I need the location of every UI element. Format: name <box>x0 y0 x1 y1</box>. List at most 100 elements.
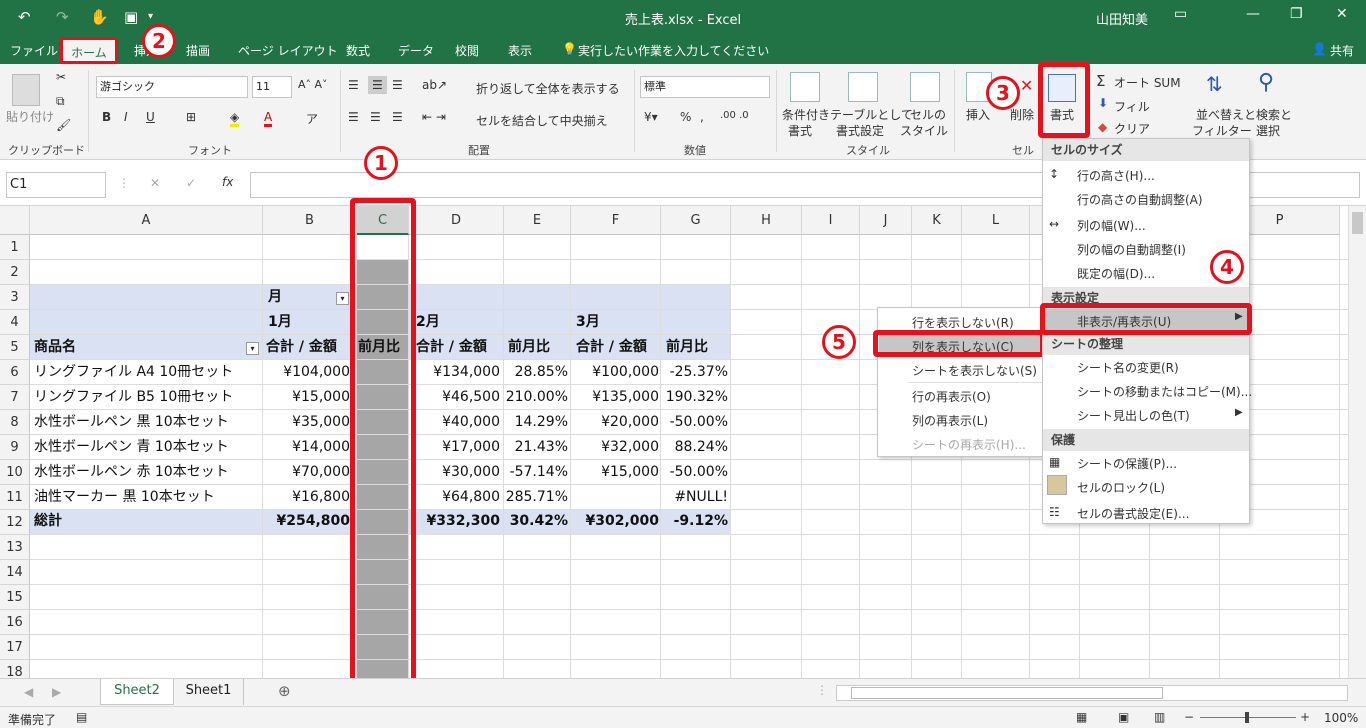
row-header[interactable]: 9 <box>0 435 30 460</box>
hide-rows-item[interactable]: 行を表示しない(R) <box>912 314 1014 331</box>
row-header[interactable]: 1 <box>0 235 30 260</box>
next-sheet-icon[interactable]: ▶ <box>52 685 61 699</box>
font-color-icon[interactable]: A <box>264 110 273 127</box>
unhide-sheet-item[interactable]: シートの再表示(H)... <box>912 436 1026 453</box>
autosum-button[interactable]: オート SUM <box>1114 74 1181 91</box>
select-all-corner[interactable] <box>0 206 30 235</box>
hscroll-thumb[interactable] <box>851 687 1163 699</box>
column-header[interactable]: F <box>571 206 661 235</box>
row-header[interactable]: 7 <box>0 385 30 410</box>
row-header[interactable]: 14 <box>0 560 30 585</box>
clear-icon[interactable]: ◆ <box>1098 120 1107 134</box>
cell-styles-icon[interactable] <box>910 72 940 102</box>
underline-button[interactable]: U <box>146 110 155 124</box>
insert-cells-button[interactable]: 挿入 <box>966 106 990 123</box>
align-bottom-icon[interactable]: ☰ <box>392 78 403 92</box>
insert-function-icon[interactable]: fx <box>222 175 233 189</box>
font-size-combo[interactable]: 11 <box>252 76 292 98</box>
merge-center-button[interactable]: セルを結合して中央揃え <box>476 112 608 129</box>
tab-view[interactable]: 表示 <box>508 42 532 59</box>
autofit-column-item[interactable]: 列の幅の自動調整(I) <box>1077 241 1186 258</box>
zoom-slider-thumb[interactable] <box>1245 712 1249 723</box>
horizontal-scrollbar[interactable] <box>836 685 1348 701</box>
column-header[interactable]: H <box>731 206 802 235</box>
fill-button[interactable]: フィル <box>1114 98 1150 115</box>
format-painter-icon[interactable]: 🖌 <box>56 118 71 132</box>
delete-cells-icon[interactable]: ✕ <box>1020 76 1033 95</box>
comma-icon[interactable]: , <box>700 110 704 124</box>
name-box[interactable]: C1 <box>6 172 106 198</box>
sort-filter-icon[interactable]: ⇅ <box>1206 72 1223 96</box>
tab-home[interactable]: ホーム <box>60 37 118 64</box>
autosum-icon[interactable]: Σ <box>1096 72 1105 90</box>
unhide-rows-item[interactable]: 行の再表示(O) <box>912 388 991 405</box>
tab-file[interactable]: ファイル <box>10 42 58 59</box>
row-header[interactable]: 11 <box>0 485 30 510</box>
macro-record-icon[interactable]: ▤ <box>76 710 87 724</box>
rename-sheet-item[interactable]: シート名の変更(R) <box>1077 359 1179 376</box>
tab-color-item[interactable]: シート見出しの色(T) <box>1077 407 1190 424</box>
minimize-icon[interactable]: — <box>1246 6 1260 22</box>
fill-icon[interactable]: ⬇ <box>1098 96 1108 110</box>
percent-icon[interactable]: % <box>680 110 691 124</box>
row-header[interactable]: 10 <box>0 460 30 485</box>
row-header[interactable]: 18 <box>0 660 30 678</box>
zoom-in-icon[interactable]: + <box>1300 710 1310 724</box>
sheet-tab-sheet1[interactable]: Sheet1 <box>174 679 244 705</box>
copy-icon[interactable]: ⧉ <box>56 94 65 109</box>
column-width-item[interactable]: 列の幅(W)... <box>1077 217 1146 234</box>
row-header[interactable]: 17 <box>0 635 30 660</box>
default-width-item[interactable]: 既定の幅(D)... <box>1077 265 1155 282</box>
vertical-scrollbar[interactable] <box>1348 206 1366 678</box>
hide-sheet-item[interactable]: シートを表示しない(S) <box>912 362 1037 379</box>
wrap-text-button[interactable]: 折り返して全体を表示する <box>476 80 620 97</box>
row-header[interactable]: 8 <box>0 410 30 435</box>
tab-draw[interactable]: 描画 <box>186 42 210 59</box>
row-header[interactable]: 3 <box>0 285 30 310</box>
align-top-icon[interactable]: ☰ <box>348 78 359 92</box>
borders-icon[interactable]: ⊞ <box>186 110 196 124</box>
column-header[interactable]: B <box>263 206 357 235</box>
orientation-icon[interactable]: ab↗ <box>422 78 447 92</box>
sort-filter-label-2[interactable]: フィルター <box>1192 122 1252 139</box>
restore-icon[interactable]: ❐ <box>1290 6 1303 22</box>
page-break-view-icon[interactable]: ▥ <box>1154 710 1165 724</box>
row-height-item[interactable]: 行の高さ(H)... <box>1077 167 1155 184</box>
paste-button[interactable]: 貼り付け <box>6 108 54 125</box>
ribbon-display-icon[interactable]: ▭ <box>1174 6 1187 22</box>
decimal-icon[interactable]: .00 .0 <box>720 110 749 121</box>
row-header[interactable]: 16 <box>0 610 30 635</box>
bold-button[interactable]: B <box>102 110 111 124</box>
product-filter-button[interactable]: ▾ <box>246 342 259 355</box>
format-as-table-label-1[interactable]: テーブルとして <box>830 106 913 123</box>
column-header[interactable]: I <box>802 206 860 235</box>
format-as-table-icon[interactable] <box>848 72 878 102</box>
number-format-combo[interactable]: 標準 <box>640 76 770 98</box>
share-icon[interactable]: 👤 <box>1312 42 1327 56</box>
conditional-format-label-1[interactable]: 条件付き <box>782 106 830 123</box>
normal-view-icon[interactable]: ▦ <box>1076 710 1087 724</box>
delete-cells-button[interactable]: 削除 <box>1010 106 1034 123</box>
font-name-combo[interactable]: 游ゴシック <box>96 76 248 98</box>
cell-styles-label-2[interactable]: スタイル <box>900 122 948 139</box>
grow-font-icon[interactable]: A˄ A˅ <box>298 78 328 91</box>
autofit-row-item[interactable]: 行の高さの自動調整(A) <box>1077 191 1203 208</box>
find-select-label-2[interactable]: 選択 <box>1256 122 1280 139</box>
unhide-columns-item[interactable]: 列の再表示(L) <box>912 412 988 429</box>
currency-icon[interactable]: ¥▾ <box>644 110 658 124</box>
share-button[interactable]: 共有 <box>1330 42 1354 59</box>
italic-button[interactable]: I <box>124 110 128 124</box>
zoom-out-icon[interactable]: − <box>1184 710 1194 724</box>
align-middle-icon[interactable]: ☰ <box>368 76 387 94</box>
column-header[interactable]: E <box>504 206 571 235</box>
cell-styles-label-1[interactable]: セルの <box>910 106 946 123</box>
align-right-icon[interactable]: ☰ <box>392 110 403 124</box>
row-header[interactable]: 4 <box>0 310 30 335</box>
find-select-label-1[interactable]: 検索と <box>1256 106 1292 123</box>
tell-me-input[interactable]: 実行したい作業を入力してください <box>578 42 769 59</box>
close-icon[interactable]: ✕ <box>1336 6 1348 22</box>
move-copy-sheet-item[interactable]: シートの移動またはコピー(M)... <box>1077 383 1252 400</box>
column-header[interactable]: G <box>661 206 731 235</box>
paste-icon[interactable] <box>12 74 40 106</box>
page-layout-view-icon[interactable]: ▣ <box>1118 710 1129 724</box>
